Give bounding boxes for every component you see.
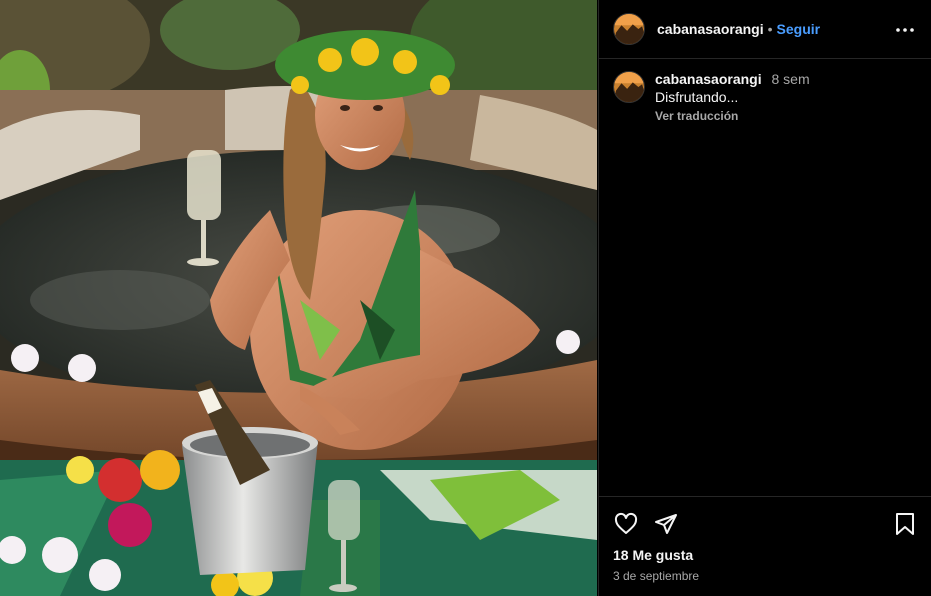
post-sidebar: cabanasaorangi • Seguir cabanasaorangi 8… (598, 0, 931, 596)
bookmark-icon (896, 513, 914, 535)
likes-count[interactable]: 18 Me gusta (613, 547, 918, 563)
heart-icon (614, 512, 638, 534)
separator-dot: • (767, 21, 773, 37)
caption-age[interactable]: 8 sem (772, 71, 810, 87)
save-button[interactable] (892, 511, 918, 537)
action-row (613, 511, 918, 537)
caption: cabanasaorangi 8 sem Disfrutando... Ver … (599, 59, 931, 123)
send-icon (655, 514, 677, 534)
caption-text: Disfrutando... (655, 89, 739, 105)
more-options-button[interactable] (893, 18, 917, 42)
share-button[interactable] (653, 511, 679, 537)
more-icon (896, 28, 914, 32)
caption-avatar[interactable] (613, 71, 645, 103)
avatar[interactable] (613, 13, 645, 45)
follow-button[interactable]: Seguir (777, 21, 821, 37)
like-button[interactable] (613, 511, 639, 537)
caption-body: cabanasaorangi 8 sem Disfrutando... Ver … (655, 71, 810, 123)
post-header: cabanasaorangi • Seguir (599, 0, 931, 59)
post-date[interactable]: 3 de septiembre (613, 569, 918, 583)
username[interactable]: cabanasaorangi (657, 21, 764, 37)
photo-illustration (0, 0, 597, 596)
post-image[interactable] (0, 0, 597, 596)
caption-username[interactable]: cabanasaorangi (655, 71, 762, 87)
avatar-image (614, 14, 644, 44)
avatar-image (614, 72, 644, 102)
post-actions: 18 Me gusta 3 de septiembre (599, 496, 931, 596)
see-translation-link[interactable]: Ver traducción (655, 109, 810, 123)
caption-line: cabanasaorangi 8 sem (655, 71, 810, 87)
